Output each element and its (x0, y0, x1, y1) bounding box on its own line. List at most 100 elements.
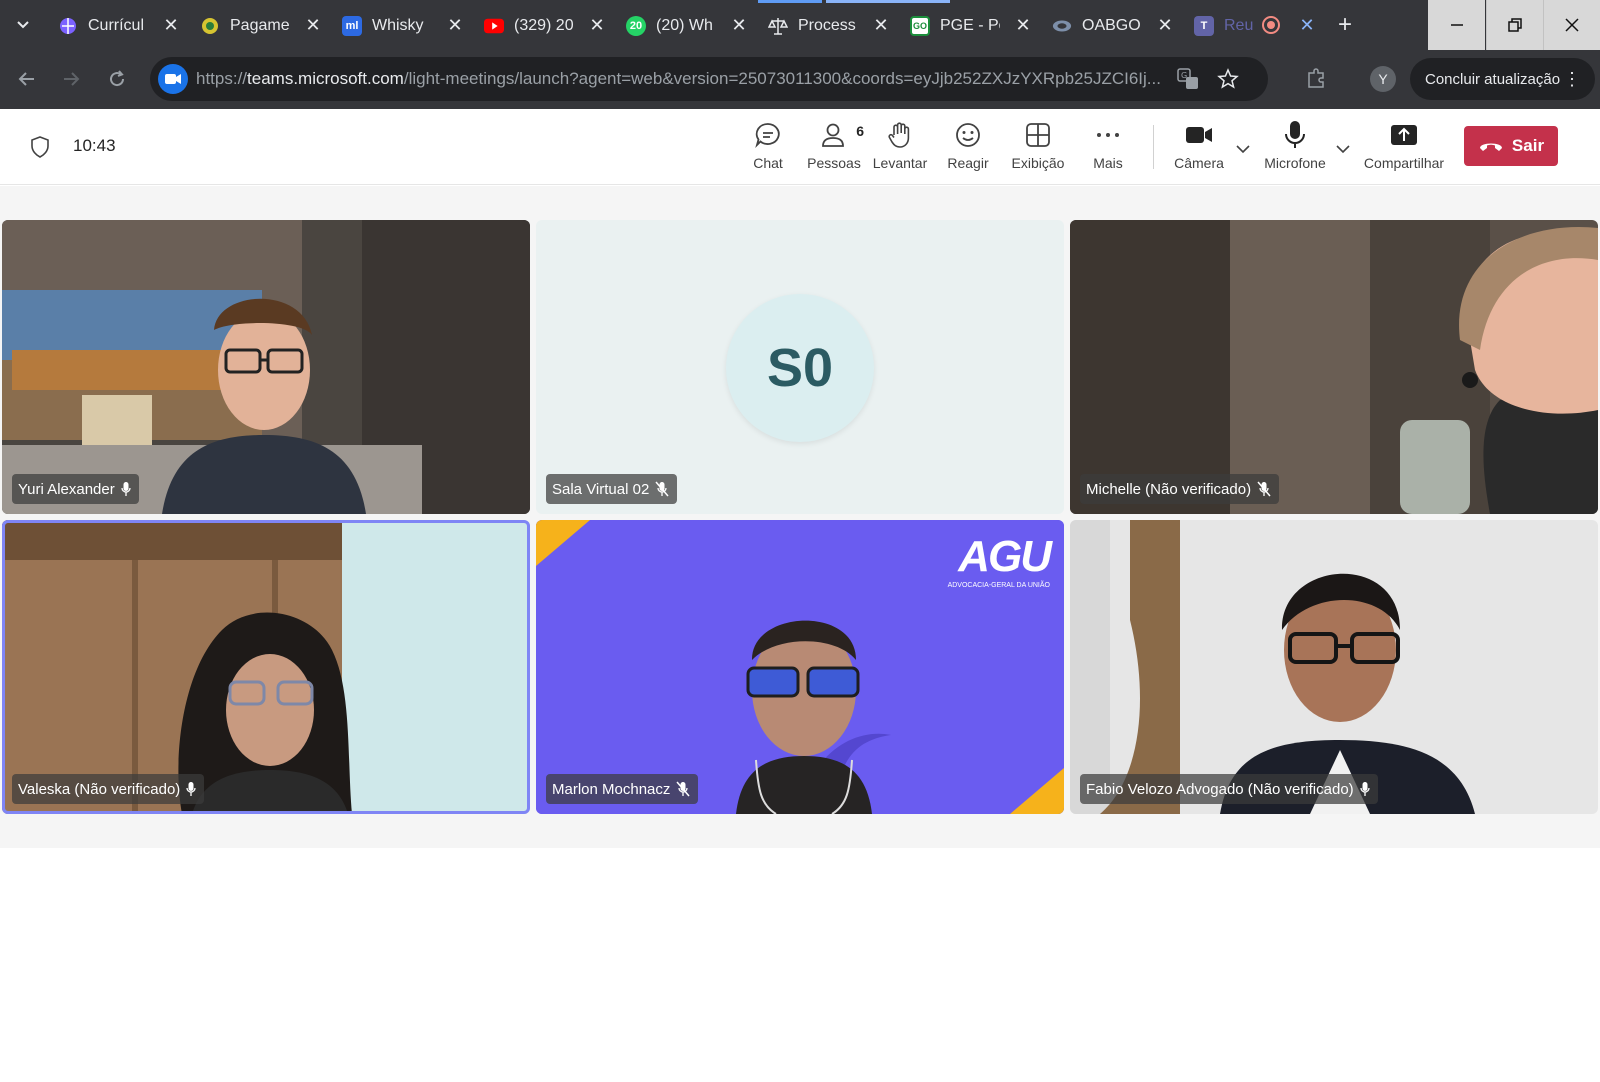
tab-search-chevron-icon[interactable] (8, 12, 38, 38)
update-label: Concluir atualização (1425, 70, 1561, 88)
leave-button[interactable]: Sair (1464, 126, 1558, 166)
raise-label: Levantar (872, 155, 928, 171)
participant-name: Yuri Alexander (18, 480, 115, 498)
raise-hand-button[interactable]: Levantar (868, 119, 932, 179)
browser-tab[interactable]: 20 (20) Wh ✕ (616, 4, 756, 48)
close-window-button[interactable] (1543, 0, 1600, 50)
hand-icon (884, 119, 916, 151)
camera-site-icon[interactable] (158, 64, 188, 94)
whatsapp-icon: 20 (626, 16, 646, 36)
agu-logo-subtitle: ADVOCACIA-GERAL DA UNIÃO (947, 582, 1050, 589)
participant-nameplate: Sala Virtual 02 (546, 474, 678, 504)
more-button[interactable]: Mais (1080, 119, 1136, 179)
address-bar[interactable]: https://teams.microsoft.com/light-meetin… (150, 57, 1268, 101)
browser-tab[interactable]: OABGO ✕ (1042, 4, 1182, 48)
tab-title: Reu (1224, 17, 1254, 34)
react-label: Reagir (947, 155, 989, 171)
participant-nameplate: Michelle (Não verificado) (1080, 474, 1280, 504)
close-icon[interactable]: ✕ (162, 15, 180, 35)
participant-tile[interactable]: Yuri Alexander (2, 220, 530, 514)
globe-icon (58, 16, 78, 36)
bookmark-star-icon[interactable] (1216, 67, 1240, 91)
recording-icon (1262, 16, 1280, 34)
camera-label: Câmera (1174, 155, 1224, 171)
participant-name: Fabio Velozo Advogado (Não verificado) (1086, 780, 1354, 798)
people-label: Pessoas (807, 155, 861, 171)
tab-title: PGE - Po (940, 17, 1000, 34)
browser-tab[interactable]: (329) 20 ✕ (474, 4, 614, 48)
back-arrow-icon[interactable] (12, 64, 42, 94)
camera-icon (1183, 119, 1215, 151)
kebab-menu-icon[interactable]: ⋮ (1563, 68, 1581, 90)
meeting-toolbar: 10:43 Chat 6 Pessoas Levantar Reagir Exi… (0, 109, 1600, 185)
microphone-icon (186, 782, 196, 796)
browser-tab-strip: Currícul ✕ Pagame ✕ ml Whisky ✕ (329) 20… (0, 0, 1600, 50)
participant-tile[interactable]: AGU ADVOCACIA-GERAL DA UNIÃO Marlon Moch… (536, 520, 1064, 814)
new-tab-button[interactable]: + (1330, 10, 1360, 40)
people-icon: 6 (818, 119, 864, 151)
chat-button[interactable]: Chat (740, 119, 796, 179)
participant-tile[interactable]: Fabio Velozo Advogado (Não verificado) (1070, 520, 1598, 814)
browser-tab[interactable]: Currícul ✕ (48, 4, 188, 48)
share-screen-icon (1388, 119, 1420, 151)
participant-tile[interactable]: S0 Sala Virtual 02 (536, 220, 1064, 514)
close-icon[interactable]: ✕ (304, 15, 322, 35)
microphone-muted-icon (655, 481, 669, 497)
browser-tab[interactable]: Process ✕ (758, 4, 898, 48)
participant-name: Marlon Mochnacz (552, 780, 671, 798)
scales-icon (768, 16, 788, 36)
forward-arrow-icon[interactable] (56, 64, 86, 94)
minimize-button[interactable] (1428, 0, 1485, 50)
extensions-icon[interactable] (1302, 64, 1330, 92)
browser-tab[interactable]: Pagame ✕ (190, 4, 330, 48)
translate-icon[interactable]: G (1176, 67, 1200, 91)
chat-icon (752, 119, 784, 151)
shield-icon[interactable] (28, 135, 52, 159)
profile-avatar[interactable]: Y (1370, 66, 1396, 92)
participant-video (1070, 220, 1598, 514)
close-icon[interactable]: ✕ (446, 15, 464, 35)
close-icon[interactable]: ✕ (1156, 15, 1174, 35)
close-icon[interactable]: ✕ (730, 15, 748, 35)
view-button[interactable]: Exibição (1006, 119, 1070, 179)
browser-tab[interactable]: ml Whisky ✕ (332, 4, 472, 48)
tab-title: OABGO (1082, 17, 1141, 34)
browser-tab[interactable]: GO PGE - Po ✕ (900, 4, 1040, 48)
url-text[interactable]: https://teams.microsoft.com/light-meetin… (196, 69, 1196, 89)
oab-icon (1052, 16, 1072, 36)
participant-tile[interactable]: Valeska (Não verificado) (2, 520, 530, 814)
restore-button[interactable] (1486, 0, 1543, 50)
microphone-button[interactable]: Microfone (1260, 119, 1330, 179)
react-button[interactable]: Reagir (940, 119, 996, 179)
microphone-icon (1279, 119, 1311, 151)
teams-icon: T (1194, 16, 1214, 36)
share-label: Compartilhar (1363, 155, 1445, 171)
people-button[interactable]: 6 Pessoas (800, 119, 868, 179)
youtube-icon (484, 16, 504, 36)
reload-icon[interactable] (102, 64, 132, 94)
update-button[interactable]: Concluir atualização ⋮ (1410, 58, 1595, 100)
svg-text:G: G (1181, 71, 1187, 80)
browser-tab[interactable]: T Reu ✕ (1184, 4, 1324, 48)
pge-icon: GO (910, 16, 930, 36)
participant-video (1070, 520, 1598, 814)
close-icon[interactable]: ✕ (588, 15, 606, 35)
camera-chevron-down-icon[interactable] (1233, 139, 1253, 159)
close-icon[interactable]: ✕ (872, 15, 890, 35)
participant-name: Sala Virtual 02 (552, 480, 650, 498)
close-icon[interactable]: ✕ (1298, 15, 1316, 35)
microphone-icon (1360, 782, 1370, 796)
pagamento-icon (200, 16, 220, 36)
share-button[interactable]: Compartilhar (1362, 119, 1446, 179)
tab-loading-indicator (758, 0, 822, 3)
microphone-muted-icon (1257, 481, 1271, 497)
tab-title: Currícul (88, 17, 145, 34)
tab-title: (329) 20 (514, 17, 574, 34)
participant-name: Michelle (Não verificado) (1086, 480, 1252, 498)
camera-button[interactable]: Câmera (1168, 119, 1230, 179)
close-icon[interactable]: ✕ (1014, 15, 1032, 35)
microphone-label: Microfone (1264, 155, 1326, 171)
microphone-chevron-down-icon[interactable] (1333, 139, 1353, 159)
tab-title: Process (798, 17, 856, 34)
participant-tile[interactable]: Michelle (Não verificado) (1070, 220, 1598, 514)
